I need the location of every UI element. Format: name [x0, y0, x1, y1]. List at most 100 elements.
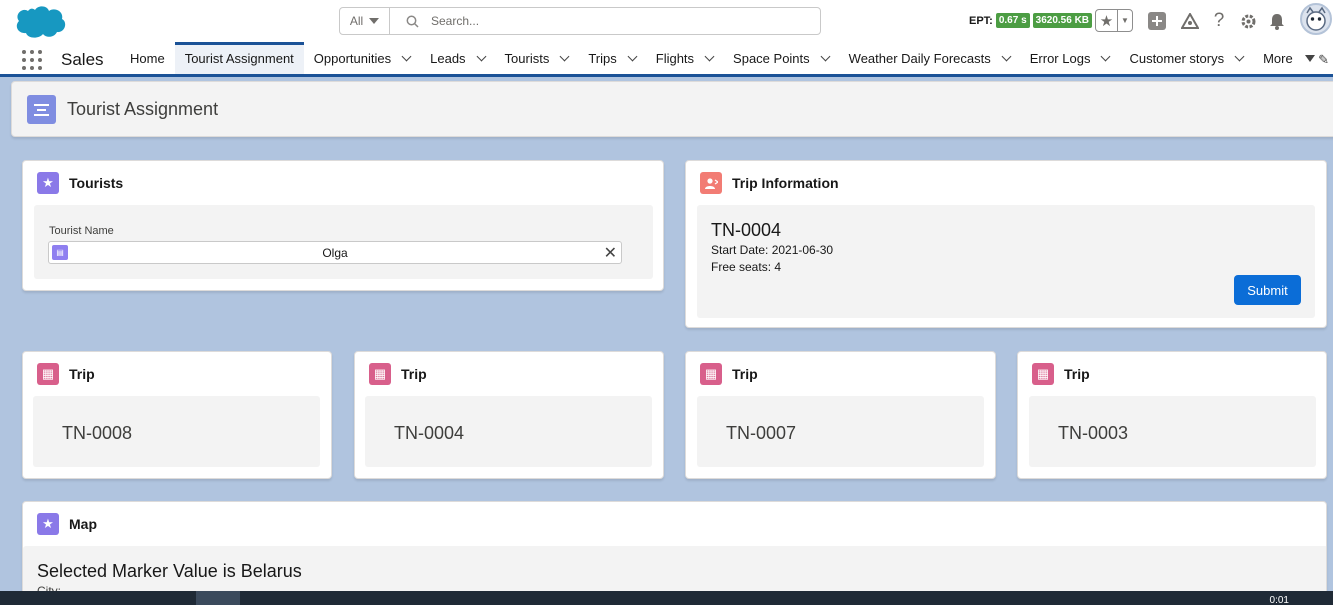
caret-down-icon: [1304, 54, 1315, 62]
chevron-down-icon[interactable]: [1234, 51, 1245, 61]
trip-card[interactable]: ▦ Trip TN-0004: [354, 351, 664, 479]
gear-icon[interactable]: [1238, 11, 1258, 31]
global-actions-icon[interactable]: [1147, 11, 1167, 31]
nav-item-flights[interactable]: Flights: [646, 42, 723, 74]
taskbar-clock: 0:01: [1269, 595, 1289, 605]
search-field: [390, 8, 820, 34]
trip-panel: TN-0008: [33, 396, 320, 467]
submit-button[interactable]: Submit: [1234, 275, 1301, 305]
nav-item-more[interactable]: More: [1253, 42, 1325, 74]
nav-item-trips[interactable]: Trips: [578, 42, 645, 74]
clear-selection-icon[interactable]: ✕: [604, 243, 617, 263]
nav-item-opportunities[interactable]: Opportunities: [304, 42, 420, 74]
nav-item-leads[interactable]: Leads: [420, 42, 494, 74]
nav-item-space-points[interactable]: Space Points: [723, 42, 839, 74]
card-header: ▦ Trip: [369, 363, 427, 385]
building-icon: ▦: [37, 363, 59, 385]
os-taskbar: 0:01: [0, 591, 1333, 605]
chevron-down-icon[interactable]: [1001, 51, 1012, 61]
chevron-down-icon[interactable]: [559, 51, 570, 61]
favorites-dropdown-icon[interactable]: ▼: [1118, 10, 1132, 31]
trip-id: TN-0004: [711, 220, 782, 240]
tourist-name-label: Tourist Name: [49, 225, 114, 237]
trip-number: TN-0007: [726, 423, 797, 443]
nav-item-customer-storys[interactable]: Customer storys: [1119, 42, 1253, 74]
nav-item-label: Tourist Assignment: [184, 50, 294, 66]
global-header: All EPT: 0.67 s 3620.56 KB ★ ▼ ?: [0, 0, 1333, 42]
tourist-lookup-field[interactable]: ▤ Olga ✕: [48, 241, 622, 264]
chevron-down-icon[interactable]: [627, 51, 638, 61]
card-title: Trip: [732, 366, 758, 382]
app-launcher-icon[interactable]: [22, 50, 42, 70]
nav-item-label: Home: [130, 50, 165, 66]
search-icon: [406, 15, 419, 28]
user-avatar[interactable]: [1300, 3, 1332, 35]
card-title: Map: [69, 516, 97, 532]
page-title: Tourist Assignment: [67, 99, 219, 119]
salesforce-logo[interactable]: [14, 4, 66, 40]
building-icon: ▦: [1032, 363, 1054, 385]
help-icon[interactable]: ?: [1209, 10, 1229, 31]
trip-number: TN-0003: [1058, 423, 1129, 443]
contact-icon: [700, 172, 722, 194]
nav-item-label: Flights: [655, 50, 695, 66]
tourist-panel: Tourist Name ▤ Olga ✕: [34, 205, 653, 279]
app-name: Sales: [61, 50, 104, 69]
chevron-down-icon[interactable]: [401, 51, 412, 61]
ept-time-badge: 0.67 s: [995, 13, 1030, 28]
card-title: Trip: [69, 366, 95, 382]
trip-number: TN-0008: [62, 423, 133, 443]
nav-item-home[interactable]: Home: [120, 42, 175, 74]
ept-size-badge: 3620.56 KB: [1032, 13, 1093, 28]
building-icon: ▦: [700, 363, 722, 385]
card-header: Trip Information: [700, 172, 839, 194]
trip-free-seats: Free seats: 4: [711, 260, 782, 274]
search-input[interactable]: [431, 14, 791, 28]
nav-item-label: Error Logs: [1029, 50, 1091, 66]
nav-item-label: Tourists: [504, 50, 550, 66]
trip-start-date: Start Date: 2021-06-30: [711, 243, 834, 257]
trip-info-panel: TN-0004 Start Date: 2021-06-30 Free seat…: [697, 205, 1315, 318]
page-header: Tourist Assignment: [11, 81, 1333, 137]
edit-nav-pencil-icon[interactable]: ✎: [1318, 52, 1329, 68]
star-icon: ★: [37, 513, 59, 535]
nav-item-tourists[interactable]: Tourists: [495, 42, 579, 74]
trip-panel: TN-0003: [1029, 396, 1316, 467]
nav-item-label: Trips: [588, 50, 617, 66]
chevron-down-icon[interactable]: [476, 51, 486, 61]
chevron-down-icon[interactable]: [820, 51, 831, 61]
selected-marker-text: Selected Marker Value is Belarus: [37, 561, 302, 581]
card-title: Trip: [401, 366, 427, 382]
taskbar-app-button[interactable]: [196, 591, 240, 605]
nav-item-label: Leads: [430, 50, 466, 66]
trip-card[interactable]: ▦ Trip TN-0007: [685, 351, 996, 479]
trip-panel: TN-0007: [697, 396, 984, 467]
nav-item-label: Space Points: [733, 50, 810, 66]
search-scope-label: All: [349, 14, 364, 28]
nav-item-label: Opportunities: [313, 50, 392, 66]
trip-card[interactable]: ▦ Trip TN-0003: [1017, 351, 1327, 479]
trip-number: TN-0004: [394, 423, 465, 443]
star-icon: ★: [37, 172, 59, 194]
favorites-control: ★ ▼: [1095, 9, 1133, 32]
trip-information-card: Trip Information TN-0004 Start Date: 202…: [685, 160, 1327, 328]
card-header: ▦ Trip: [700, 363, 758, 385]
chevron-down-icon[interactable]: [704, 51, 715, 61]
trip-card[interactable]: ▦ Trip TN-0008: [22, 351, 332, 479]
ept-indicator: EPT: 0.67 s 3620.56 KB: [969, 13, 1093, 28]
nav-item-label: More: [1263, 50, 1293, 66]
bell-icon[interactable]: [1267, 11, 1287, 31]
nav-item-tourist-assignment[interactable]: Tourist Assignment: [174, 42, 304, 74]
nav-item-weather-daily-forecasts[interactable]: Weather Daily Forecasts: [839, 42, 1020, 74]
chevron-down-icon[interactable]: [1101, 51, 1111, 61]
trip-panel: TN-0004: [365, 396, 652, 467]
nav-item-error-logs[interactable]: Error Logs: [1020, 42, 1120, 74]
nav-item-label: Weather Daily Forecasts: [848, 50, 991, 66]
trailhead-icon[interactable]: [1180, 11, 1200, 31]
favorite-star-icon[interactable]: ★: [1096, 10, 1118, 31]
card-title: Trip: [1064, 366, 1090, 382]
global-search: All: [339, 7, 821, 35]
search-scope-select[interactable]: All: [340, 8, 390, 34]
nav-item-label: Customer storys: [1129, 50, 1225, 66]
tourist-name-value: Olga: [322, 246, 348, 260]
